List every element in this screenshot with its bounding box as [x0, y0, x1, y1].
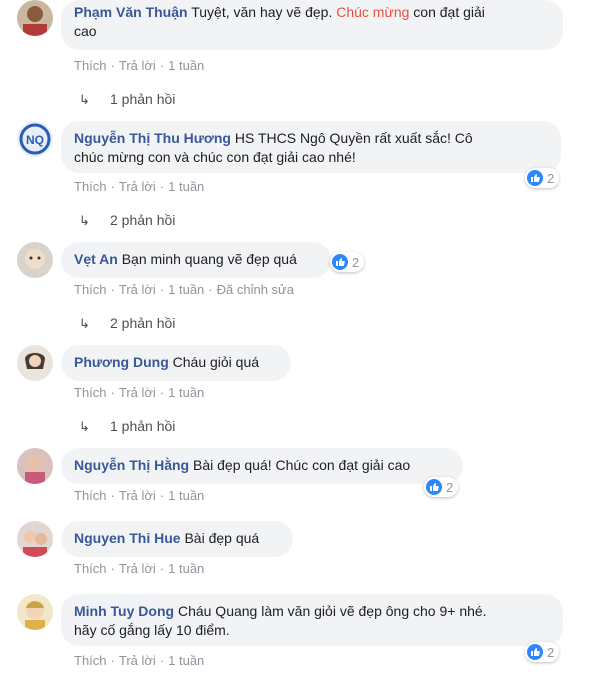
comment-text: Bài đẹp quá — [180, 530, 260, 546]
commenter-name[interactable]: Nguyen Thi Hue — [74, 530, 181, 546]
like-icon — [527, 170, 543, 186]
comment-text: con đạt giải — [409, 4, 485, 20]
reply-link[interactable]: Trả lời — [119, 488, 156, 503]
comment-actions: Thích · Trả lời · 1 tuần — [74, 488, 205, 503]
reaction-count[interactable]: 2 — [525, 168, 560, 188]
like-icon — [527, 644, 543, 660]
reaction-count[interactable]: 2 — [525, 642, 560, 662]
comment-actions: Thích · Trả lời · 1 tuần — [74, 653, 205, 668]
comment-bubble: Nguyễn Thị Thu Hương HS THCS Ngô Quyền r… — [61, 121, 561, 173]
like-link[interactable]: Thích — [74, 653, 107, 668]
comment-bubble: Minh Tuy Dong Cháu Quang làm văn giỏi vẽ… — [61, 594, 563, 646]
like-link[interactable]: Thích — [74, 179, 107, 194]
timestamp[interactable]: 1 tuần — [168, 385, 204, 400]
reply-arrow-icon: ↳ — [79, 316, 90, 331]
avatar[interactable] — [17, 521, 53, 557]
avatar[interactable] — [17, 0, 53, 36]
comment-bubble: Nguyen Thi Hue Bài đẹp quá — [61, 521, 293, 557]
avatar[interactable] — [17, 345, 53, 381]
reply-link[interactable]: Trả lời — [119, 282, 156, 297]
like-link[interactable]: Thích — [74, 488, 107, 503]
commenter-name[interactable]: Phương Dung — [74, 354, 169, 370]
comment-text: chúc mừng con và chúc con đạt giải cao n… — [74, 149, 356, 165]
timestamp[interactable]: 1 tuần — [168, 488, 204, 503]
comment-text: Bạn minh quang vẽ đẹp quá — [117, 251, 297, 267]
reply-link[interactable]: Trả lời — [119, 653, 156, 668]
reply-arrow-icon: ↳ — [79, 92, 90, 107]
comment-actions: Thích · Trả lời · 1 tuần — [74, 179, 205, 194]
view-replies[interactable]: ↳ 1 phản hồi — [79, 91, 175, 108]
avatar[interactable]: NQ — [17, 121, 53, 157]
comment-actions: Thích · Trả lời · 1 tuần · Đã chỉnh sửa — [74, 282, 294, 297]
commenter-name[interactable]: Vẹt An — [74, 251, 118, 267]
view-replies[interactable]: ↳ 2 phản hồi — [79, 212, 175, 229]
svg-text:NQ: NQ — [26, 133, 44, 147]
comment-text: Cháu Quang làm văn giỏi vẽ đẹp ông cho 9… — [174, 603, 487, 619]
timestamp[interactable]: 1 tuần — [168, 282, 204, 297]
timestamp[interactable]: 1 tuần — [168, 653, 204, 668]
comment-bubble: Vẹt An Bạn minh quang vẽ đẹp quá — [61, 242, 331, 278]
like-link[interactable]: Thích — [74, 58, 107, 73]
timestamp[interactable]: 1 tuần — [168, 58, 204, 73]
comment-text: Tuyệt, văn hay vẽ đẹp. — [187, 4, 337, 20]
view-replies[interactable]: ↳ 2 phản hồi — [79, 315, 175, 332]
like-link[interactable]: Thích — [74, 385, 107, 400]
comment-text: Bài đẹp quá! Chúc con đạt giải cao — [189, 457, 411, 473]
commenter-name[interactable]: Minh Tuy Dong — [74, 603, 174, 619]
reply-arrow-icon: ↳ — [79, 419, 90, 434]
comment-bubble: Phương Dung Cháu giỏi quá — [61, 345, 291, 381]
comment-bubble: Phạm Văn Thuận Tuyệt, văn hay vẽ đẹp. Ch… — [61, 0, 563, 50]
avatar[interactable] — [17, 242, 53, 278]
reply-arrow-icon: ↳ — [79, 213, 90, 228]
reply-link[interactable]: Trả lời — [119, 179, 156, 194]
avatar[interactable] — [17, 448, 53, 484]
like-link[interactable]: Thích — [74, 561, 107, 576]
like-icon — [426, 479, 442, 495]
comment-text: Cháu giỏi quá — [168, 354, 260, 370]
reaction-count[interactable]: 2 — [424, 477, 459, 497]
comment-bubble: Nguyễn Thị Hằng Bài đẹp quá! Chúc con đạ… — [61, 448, 463, 484]
comment-highlight: Chúc mừng — [336, 4, 410, 20]
edited-label[interactable]: Đã chỉnh sửa — [217, 282, 294, 297]
avatar[interactable] — [17, 594, 53, 630]
like-link[interactable]: Thích — [74, 282, 107, 297]
comment-actions: Thích · Trả lời · 1 tuần — [74, 561, 205, 576]
commenter-name[interactable]: Nguyễn Thị Thu Hương — [74, 130, 231, 146]
commenter-name[interactable]: Nguyễn Thị Hằng — [74, 457, 189, 473]
timestamp[interactable]: 1 tuần — [168, 561, 204, 576]
reaction-count[interactable]: 2 — [330, 252, 365, 272]
commenter-name[interactable]: Phạm Văn Thuận — [74, 4, 188, 20]
reply-link[interactable]: Trả lời — [119, 58, 156, 73]
timestamp[interactable]: 1 tuần — [168, 179, 204, 194]
view-replies[interactable]: ↳ 1 phản hồi — [79, 418, 175, 435]
reply-link[interactable]: Trả lời — [119, 561, 156, 576]
comment-actions: Thích · Trả lời · 1 tuần — [74, 385, 205, 400]
reply-link[interactable]: Trả lời — [119, 385, 156, 400]
comment-text: HS THCS Ngô Quyền rất xuất sắc! Cô — [230, 130, 473, 146]
like-icon — [332, 254, 348, 270]
comment-actions: Thích · Trả lời · 1 tuần — [74, 58, 205, 73]
comment-text: cao — [74, 23, 97, 39]
comment-text: hãy cố gắng lấy 10 điểm. — [74, 622, 230, 638]
